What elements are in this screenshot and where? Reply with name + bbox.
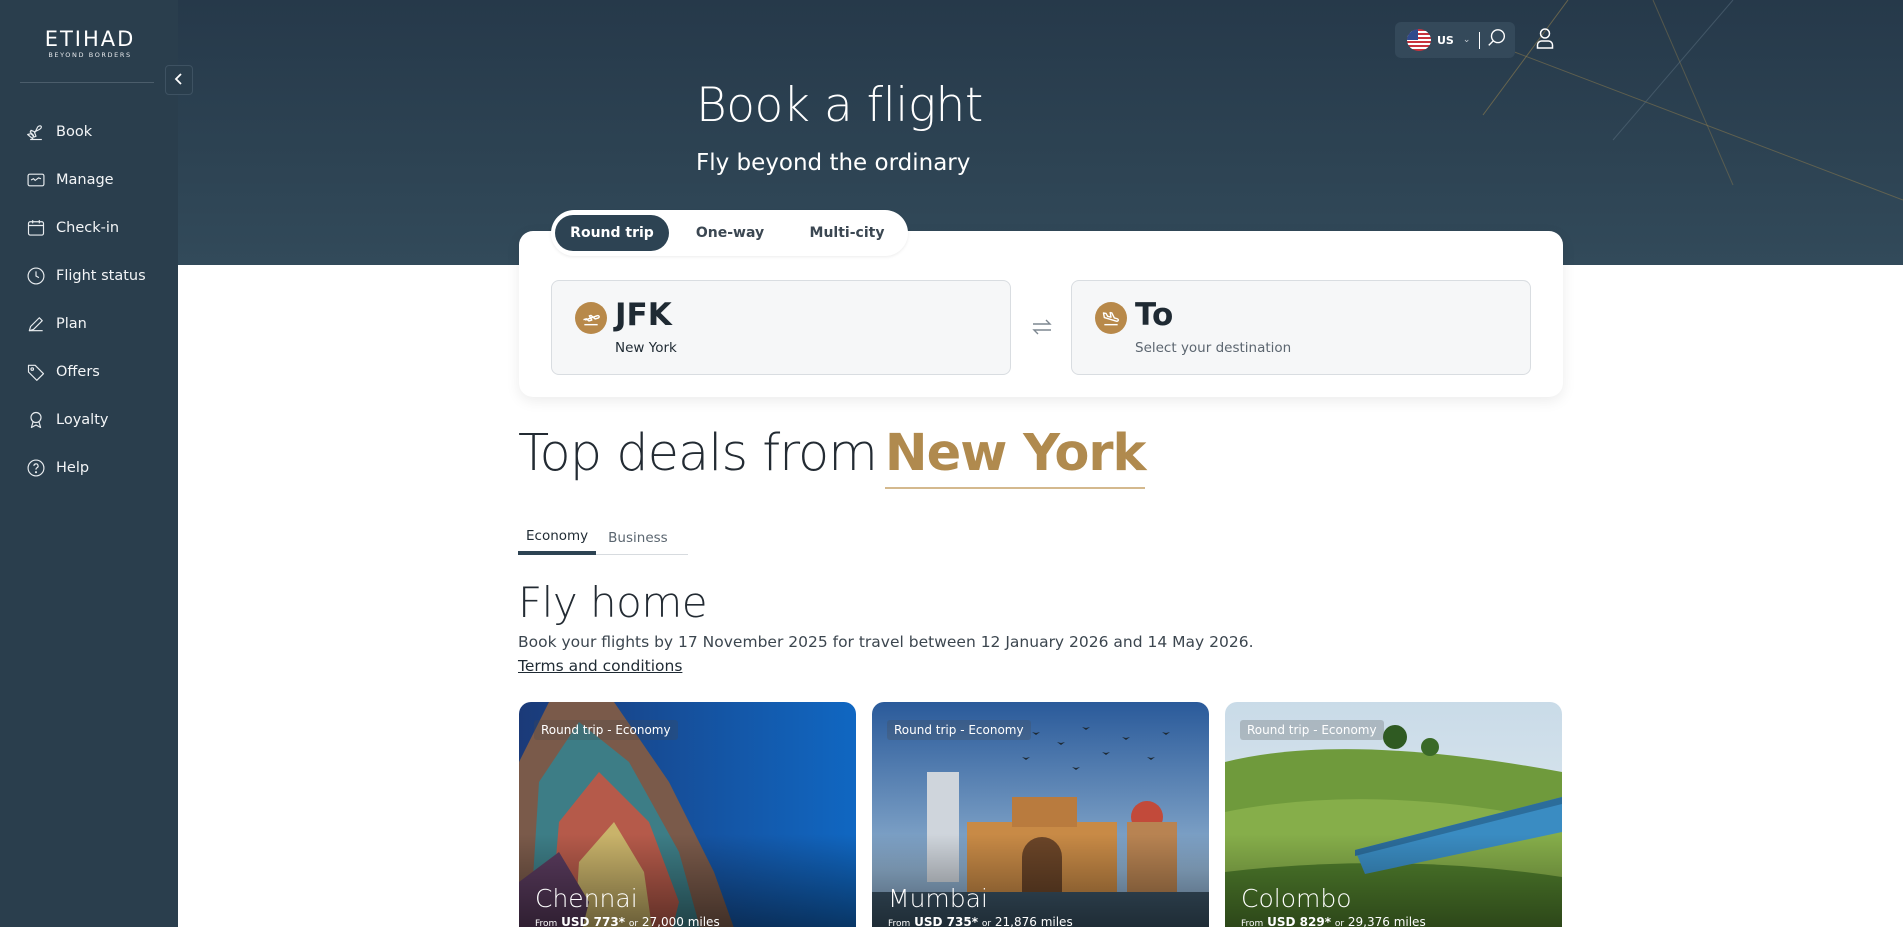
- card-price: From USD 735* or 21,876 miles: [888, 915, 1073, 927]
- tab-economy[interactable]: Economy: [518, 520, 597, 555]
- card-city: Colombo: [1241, 884, 1352, 913]
- destination-field[interactable]: To Select your destination: [1071, 280, 1531, 375]
- pill-divider: [1479, 31, 1481, 49]
- card-badge: Round trip - Economy: [534, 720, 678, 740]
- promo-title: Fly home: [518, 578, 708, 627]
- card-price: From USD 773* or 27,000 miles: [535, 915, 720, 927]
- card-badge: Round trip - Economy: [887, 720, 1031, 740]
- origin-city: New York: [615, 340, 677, 356]
- chevron-down-icon[interactable]: ⌄: [1463, 35, 1471, 45]
- origin-code: JFK: [615, 297, 672, 333]
- tab-multi-city[interactable]: Multi-city: [791, 215, 903, 251]
- sidebar-item-offers[interactable]: Offers: [0, 348, 178, 396]
- deals-city-selector[interactable]: New York: [884, 424, 1146, 489]
- award-icon: [25, 409, 47, 431]
- chevron-left-icon: [173, 71, 185, 90]
- arrival-plane-icon: [1095, 302, 1127, 334]
- page-title: Book a flight: [696, 78, 983, 133]
- card-city: Chennai: [535, 884, 638, 913]
- destination-label: To: [1135, 297, 1174, 333]
- sidebar-item-check-in[interactable]: Check-in: [0, 204, 178, 252]
- promo-text: Book your flights by 17 November 2025 fo…: [518, 633, 1254, 651]
- card-badge: Round trip - Economy: [1240, 720, 1384, 740]
- tab-one-way[interactable]: One-way: [669, 215, 791, 251]
- sidebar: ETIHAD BEYOND BORDERS Book Manage Check-…: [0, 0, 178, 927]
- deal-card-colombo[interactable]: Round trip - Economy Colombo From USD 82…: [1225, 702, 1562, 927]
- terms-link[interactable]: Terms and conditions: [518, 657, 682, 675]
- tab-business[interactable]: Business: [600, 520, 676, 555]
- promo-description: Book your flights by 17 November 2025 fo…: [518, 630, 1258, 678]
- departure-plane-icon: [575, 302, 607, 334]
- sidebar-item-plan[interactable]: Plan: [0, 300, 178, 348]
- sidebar-item-label: Manage: [56, 172, 114, 188]
- card-city: Mumbai: [888, 884, 988, 913]
- sidebar-item-manage[interactable]: Manage: [0, 156, 178, 204]
- plane-icon: [25, 121, 47, 143]
- ticket-icon: [25, 169, 47, 191]
- tag-icon: [25, 361, 47, 383]
- deals-heading: Top deals from New York: [518, 424, 1146, 489]
- account-button[interactable]: [1527, 22, 1563, 58]
- deal-card-chennai[interactable]: Round trip - Economy Chennai From USD 77…: [519, 702, 856, 927]
- destination-placeholder: Select your destination: [1135, 340, 1292, 356]
- region-search-pill: US ⌄: [1395, 22, 1515, 58]
- card-price: From USD 829* or 29,376 miles: [1241, 915, 1426, 927]
- sidebar-item-label: Help: [56, 460, 90, 476]
- sidebar-item-label: Flight status: [56, 268, 146, 284]
- search-icon[interactable]: [1486, 27, 1508, 53]
- region-selector[interactable]: US: [1437, 34, 1454, 47]
- tab-round-trip[interactable]: Round trip: [555, 215, 669, 251]
- sidebar-item-book[interactable]: Book: [0, 108, 178, 156]
- swap-arrows-icon: [1031, 318, 1053, 340]
- user-icon: [1535, 27, 1555, 53]
- origin-field[interactable]: JFK New York: [551, 280, 1011, 375]
- sidebar-item-label: Check-in: [56, 220, 120, 236]
- sidebar-collapse-button[interactable]: [165, 65, 193, 95]
- header-controls: US ⌄: [1395, 22, 1563, 58]
- us-flag-icon[interactable]: [1407, 29, 1431, 51]
- trip-type-tabs: Round trip One-way Multi-city: [551, 210, 908, 256]
- page-subtitle: Fly beyond the ordinary: [696, 150, 971, 176]
- sidebar-item-flight-status[interactable]: Flight status: [0, 252, 178, 300]
- clock-icon: [25, 265, 47, 287]
- help-icon: [25, 457, 47, 479]
- deals-heading-prefix: Top deals from: [518, 424, 878, 483]
- etihad-logo[interactable]: ETIHAD BEYOND BORDERS: [42, 28, 138, 59]
- sidebar-item-help[interactable]: Help: [0, 444, 178, 492]
- logo-tagline: BEYOND BORDERS: [48, 51, 132, 59]
- sidebar-item-label: Loyalty: [56, 412, 109, 428]
- cabin-tabs: Economy Business: [518, 520, 688, 555]
- sidebar-item-label: Book: [56, 124, 93, 140]
- sidebar-item-label: Offers: [56, 364, 100, 380]
- pen-icon: [25, 313, 47, 335]
- deal-card-mumbai[interactable]: Round trip - Economy Mumbai From USD 735…: [872, 702, 1209, 927]
- sidebar-item-label: Plan: [56, 316, 87, 332]
- logo-wordmark: ETIHAD: [44, 27, 136, 51]
- sidebar-item-loyalty[interactable]: Loyalty: [0, 396, 178, 444]
- sidebar-divider: [20, 82, 154, 83]
- calendar-icon: [25, 217, 47, 239]
- sidebar-nav: Book Manage Check-in Flight status Plan: [0, 108, 178, 492]
- swap-button[interactable]: [1024, 311, 1060, 347]
- hero-banner: Book a flight Fly beyond the ordinary: [178, 0, 1903, 265]
